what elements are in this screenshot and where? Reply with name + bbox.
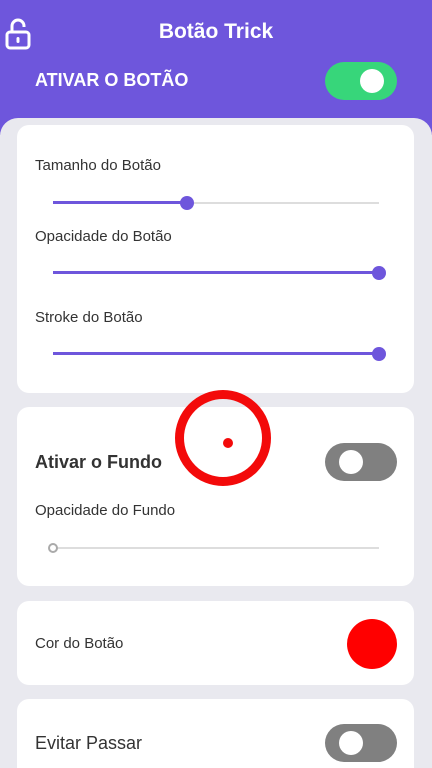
stroke-label: Stroke do Botão [35,309,143,326]
slider-track [53,547,379,549]
size-slider[interactable] [53,196,379,210]
button-settings-card: Tamanho do Botão Opacidade do Botão Stro… [17,125,414,393]
opacity-label: Opacidade do Botão [35,228,172,245]
slider-thumb[interactable] [372,347,386,361]
activate-button-toggle[interactable] [325,62,397,100]
avoid-passing-toggle[interactable] [325,724,397,762]
slider-fill [53,271,379,274]
stroke-slider[interactable] [53,347,386,361]
slider-thumb[interactable] [179,196,194,210]
app-header: Botão Trick ATIVAR O BOTÃO [0,0,432,135]
floating-button-center-dot [223,438,233,448]
slider-fill [53,352,379,355]
toggle-knob [339,731,363,755]
button-color-swatch[interactable] [347,619,397,669]
floating-button-preview[interactable] [175,390,271,486]
activate-background-toggle[interactable] [325,443,397,481]
background-opacity-label: Opacidade do Fundo [35,502,176,519]
toggle-knob [360,69,384,93]
avoid-passing-label: Evitar Passar [35,733,143,753]
button-color-label: Cor do Botão [35,635,124,652]
activate-button-label: ATIVAR O BOTÃO [35,70,189,90]
opacity-slider[interactable] [53,266,386,280]
page-title: Botão Trick [158,20,274,43]
color-settings-card: Cor do Botão [17,601,414,685]
slider-thumb[interactable] [372,266,386,280]
avoid-settings-card: Evitar Passar [17,699,414,768]
slider-fill [53,201,187,204]
size-label: Tamanho do Botão [35,157,161,174]
toggle-knob [339,450,363,474]
background-opacity-slider[interactable] [48,541,379,555]
slider-thumb[interactable] [48,543,58,553]
activate-background-label: Ativar o Fundo [35,452,162,472]
